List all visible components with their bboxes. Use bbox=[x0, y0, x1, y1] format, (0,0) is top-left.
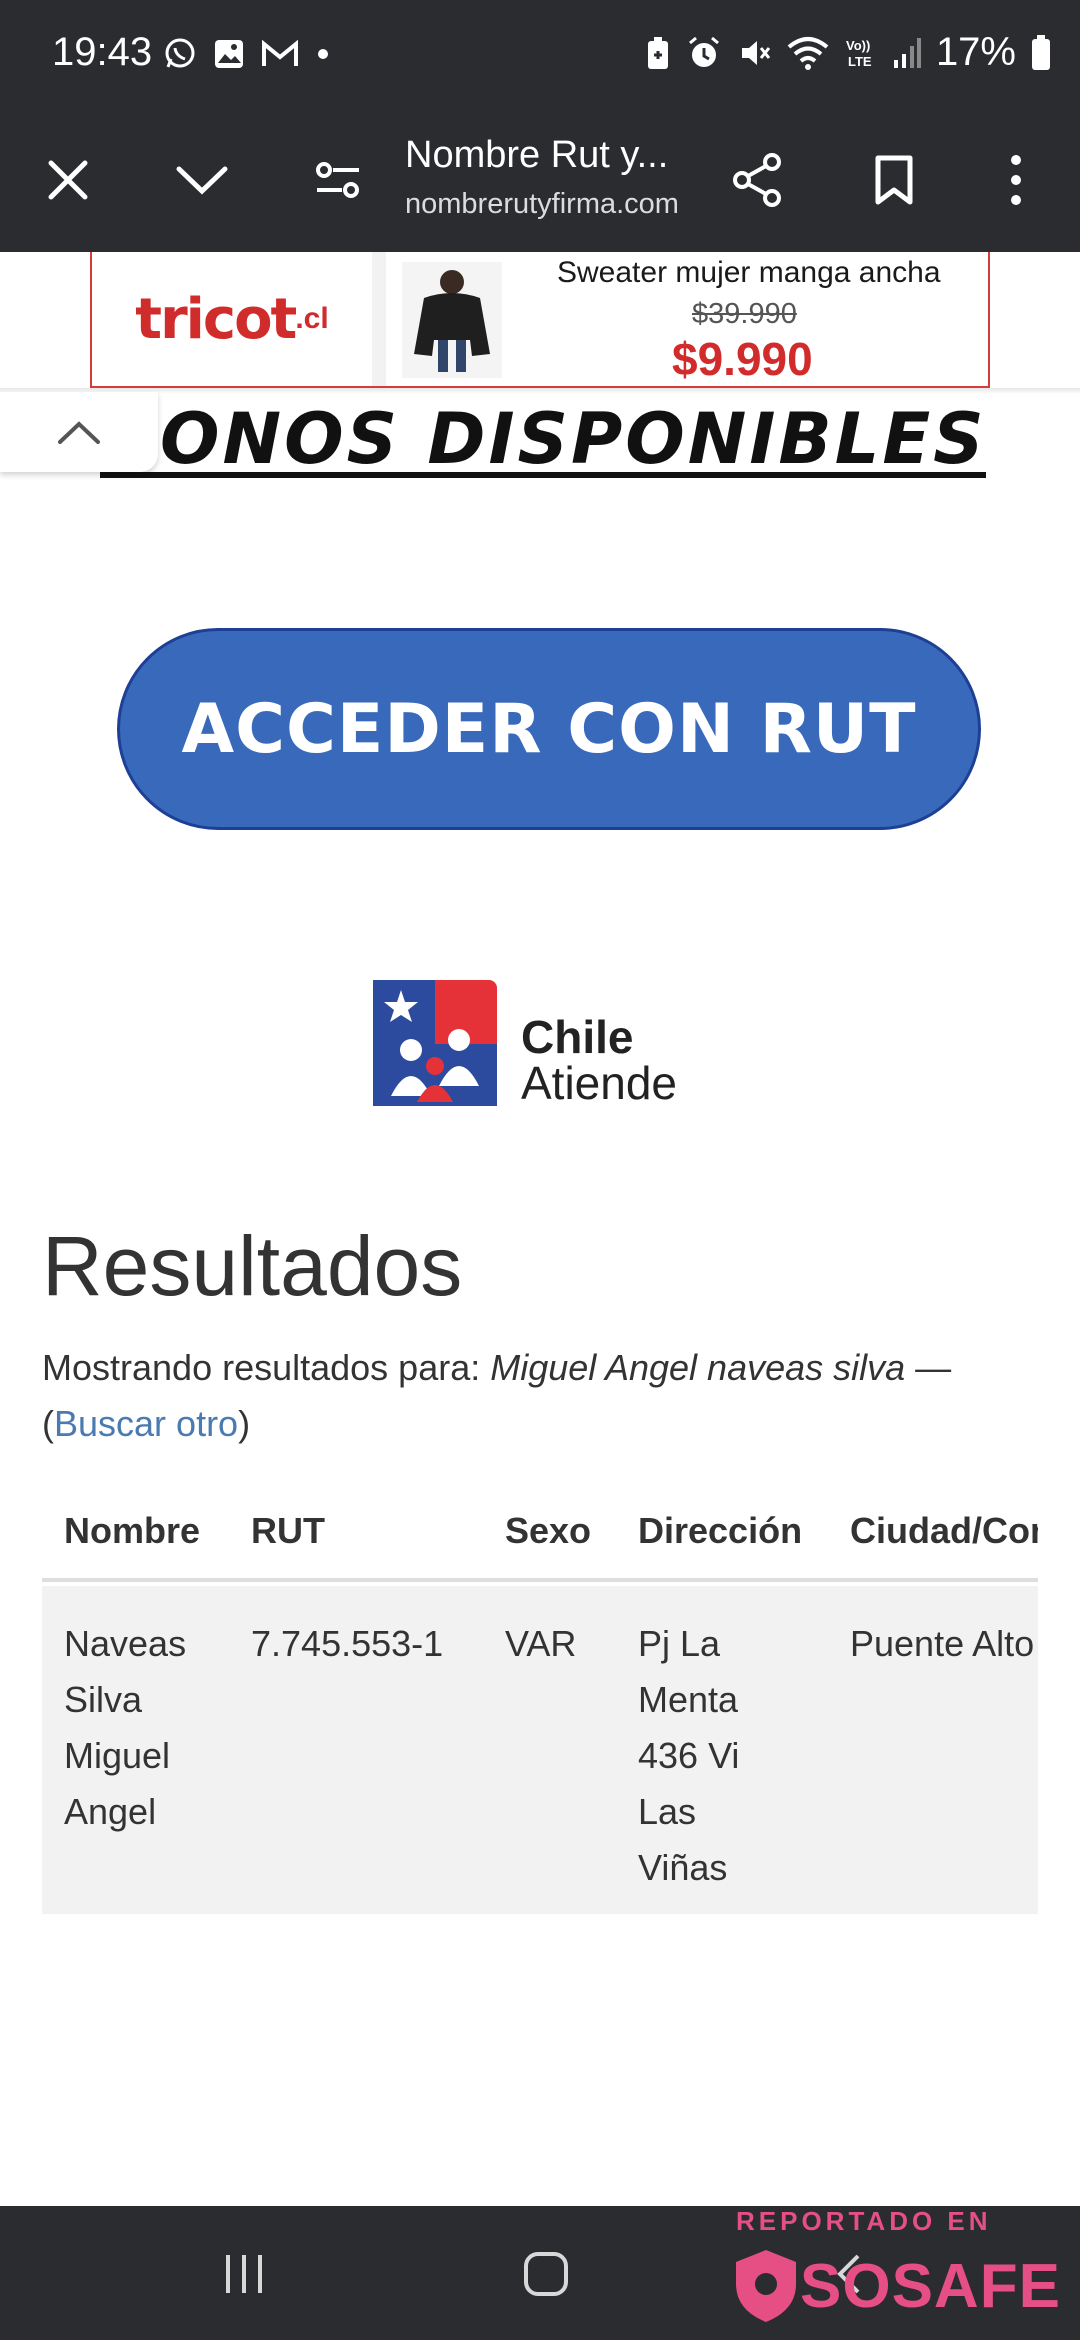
ad-banner[interactable]: tricot .cl Sweater mujer manga ancha $39.… bbox=[90, 252, 990, 388]
page-title: Nombre Rut y... bbox=[405, 134, 669, 176]
battery-percent: 17% bbox=[935, 30, 1016, 74]
cell-direccion: Pj La Menta 436 Vi Las Viñas bbox=[638, 1616, 739, 1896]
sweater-image bbox=[402, 262, 502, 378]
page-settings-icon bbox=[316, 162, 359, 198]
access-with-rut-label: ACCEDER CON RUT bbox=[181, 689, 917, 769]
results-query: Miguel Angel naveas silva bbox=[490, 1347, 906, 1388]
close-tab-button[interactable] bbox=[26, 138, 110, 222]
ad-divider bbox=[372, 252, 386, 386]
more-vert-icon bbox=[1011, 155, 1021, 205]
cell-nombre-line: Silva bbox=[64, 1679, 143, 1720]
results-summary: Mostrando resultados para: Miguel Angel … bbox=[42, 1340, 1052, 1452]
recents-button[interactable] bbox=[204, 2242, 284, 2306]
access-with-rut-button[interactable]: ACCEDER CON RUT bbox=[117, 628, 981, 830]
ad-brand-logo: tricot .cl bbox=[92, 252, 372, 386]
results-prefix: Mostrando resultados para: bbox=[42, 1347, 491, 1388]
cell-direccion-line: Menta bbox=[638, 1679, 739, 1720]
watermark-label: REPORTADO EN bbox=[736, 2206, 992, 2236]
page-settings-button[interactable] bbox=[296, 138, 380, 222]
cell-direccion-line: Viñas bbox=[638, 1847, 728, 1888]
page-url[interactable]: nombrerutyfirma.com bbox=[405, 188, 695, 221]
ad-shadow bbox=[0, 388, 1080, 394]
gmail-icon bbox=[262, 39, 298, 66]
search-again-link[interactable]: Buscar otro bbox=[54, 1403, 238, 1444]
cell-direccion-line: Las bbox=[638, 1791, 697, 1832]
bookmark-button[interactable] bbox=[852, 138, 936, 222]
notification-icons bbox=[162, 36, 332, 72]
ad-old-price: $39.990 bbox=[692, 298, 797, 330]
table-row: Naveas Silva Miguel Angel 7.745.553-1 VA… bbox=[42, 1586, 1038, 1914]
more-options-button[interactable] bbox=[974, 138, 1058, 222]
browser-toolbar: Nombre Rut y... nombrerutyfirma.com bbox=[0, 112, 1080, 252]
mute-icon bbox=[741, 40, 771, 65]
results-dash: — bbox=[905, 1347, 952, 1388]
results-table[interactable]: Nombre RUT Sexo Dirección Ciudad/Comuna … bbox=[42, 1482, 1038, 1914]
chevron-down-icon bbox=[176, 166, 228, 195]
table-header: Nombre RUT Sexo Dirección Ciudad/Comuna bbox=[42, 1482, 1038, 1582]
chevron-up-icon bbox=[58, 421, 100, 444]
share-icon bbox=[733, 153, 781, 207]
whatsapp-icon bbox=[165, 38, 195, 68]
collapse-ad-button[interactable] bbox=[0, 392, 158, 472]
sosafe-watermark: SOSAFE bbox=[732, 2248, 1061, 2324]
banner-underline bbox=[100, 472, 986, 478]
ad-title: Sweater mujer manga ancha bbox=[557, 256, 941, 289]
watermark-brand: SOSAFE bbox=[800, 2251, 1061, 2321]
status-time: 19:43 bbox=[52, 30, 153, 74]
cell-ciudad: Puente Alto bbox=[850, 1623, 1035, 1664]
svg-text:LTE: LTE bbox=[848, 54, 872, 69]
cell-nombre-line: Angel bbox=[64, 1791, 157, 1832]
chileatiende-mark-icon bbox=[373, 980, 497, 1106]
alarm-icon bbox=[688, 36, 719, 67]
ad-brand-name: tricot bbox=[135, 286, 297, 352]
volte-icon: Vo))LTE bbox=[846, 38, 872, 69]
header-ciudad: Ciudad/Comuna bbox=[850, 1510, 1038, 1551]
cell-rut: 7.745.553-1 bbox=[251, 1623, 444, 1664]
home-icon bbox=[524, 2252, 568, 2296]
share-button[interactable] bbox=[716, 138, 800, 222]
cell-direccion-line: 436 Vi bbox=[638, 1735, 740, 1776]
sosafe-shield-icon bbox=[736, 2250, 796, 2322]
gallery-icon bbox=[215, 40, 243, 68]
chileatiende-word-atiende: Atiende bbox=[521, 1057, 678, 1109]
header-nombre: Nombre bbox=[64, 1510, 201, 1551]
cell-sexo: VAR bbox=[505, 1623, 577, 1664]
home-button[interactable] bbox=[506, 2242, 586, 2306]
svg-text:Vo)): Vo)) bbox=[846, 38, 870, 53]
signal-icon bbox=[893, 37, 921, 68]
cell-nombre-line: Miguel bbox=[64, 1735, 171, 1776]
system-icons: Vo)) LTE 17% bbox=[644, 30, 1052, 75]
header-direccion: Dirección bbox=[638, 1510, 803, 1551]
battery-saver-icon bbox=[647, 36, 668, 69]
cell-direccion-line: Pj La bbox=[638, 1623, 721, 1664]
dot-icon bbox=[318, 49, 328, 59]
wifi-icon bbox=[787, 36, 829, 70]
ad-brand-suffix: .cl bbox=[295, 302, 329, 335]
recents-icon bbox=[226, 2255, 262, 2293]
cell-nombre-line: Naveas bbox=[64, 1623, 187, 1664]
minimize-button[interactable] bbox=[160, 138, 244, 222]
chileatiende-logo: Chile Atiende bbox=[373, 980, 713, 1110]
ad-price: $9.990 bbox=[672, 333, 813, 385]
results-title: Resultados bbox=[42, 1219, 463, 1313]
header-sexo: Sexo bbox=[505, 1510, 592, 1551]
battery-icon bbox=[1032, 34, 1050, 70]
bookmark-icon bbox=[875, 155, 913, 205]
banner-heading: ONOS DISPONIBLES bbox=[160, 398, 987, 480]
cell-nombre: Naveas Silva Miguel Angel bbox=[64, 1616, 186, 1840]
close-icon bbox=[48, 160, 88, 200]
open-paren: ( bbox=[42, 1403, 54, 1444]
status-bar: 19:43 Vo)) LTE 17% bbox=[0, 0, 1080, 112]
close-paren: ) bbox=[238, 1403, 251, 1444]
header-rut: RUT bbox=[251, 1510, 325, 1551]
